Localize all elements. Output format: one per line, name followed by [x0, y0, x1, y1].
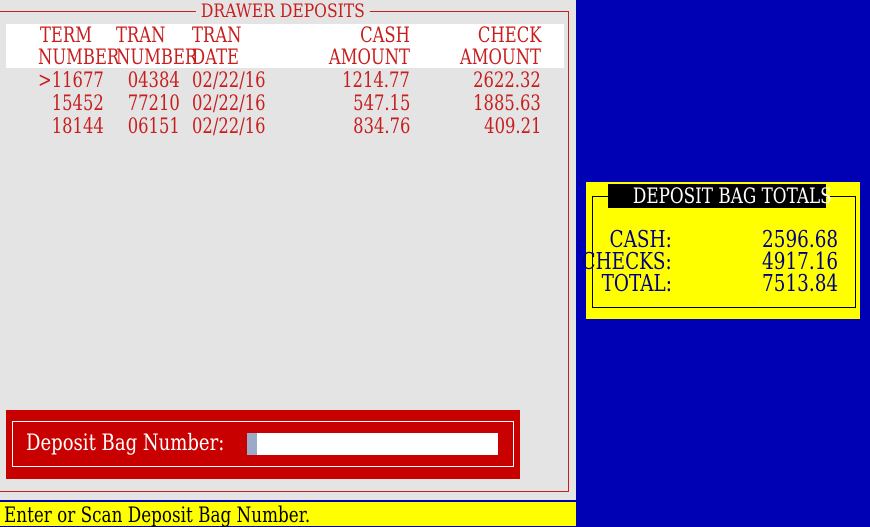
col-cash-header-2: AMOUNT	[328, 45, 410, 69]
row-term-number: 11677	[51, 68, 104, 92]
totals-total-label: TOTAL:	[601, 271, 672, 297]
totals-title: DEPOSIT BAG TOTALS	[608, 184, 832, 208]
status-message: Enter or Scan Deposit Bag Number.	[4, 503, 311, 527]
col-date-header-2: DATE	[192, 45, 239, 69]
totals-checks-label: CHECKS:	[581, 249, 672, 275]
row-tran-number: 77210	[127, 91, 180, 115]
row-check-amount: 1885.63	[473, 91, 541, 115]
totals-total-value: 7513.84	[761, 271, 838, 297]
totals-cash-label: CASH:	[609, 227, 672, 253]
col-cash-header-1: CASH	[360, 23, 410, 47]
row-term-number: 15452	[51, 91, 104, 115]
col-tran-header-1: TRAN	[116, 23, 166, 47]
col-term-header-1: TERM	[40, 23, 92, 47]
row-cash-amount: 834.76	[352, 114, 410, 138]
totals-title-text: DEPOSIT BAG TOTALS	[632, 184, 832, 208]
row-check-amount: 409.21	[483, 114, 541, 138]
row-term-number: 18144	[51, 114, 104, 138]
col-check-header-1: CHECK	[477, 23, 541, 47]
row-cash-amount: 1214.77	[342, 68, 410, 92]
row-tran-date: 02/22/16	[192, 68, 266, 92]
col-term-header-2: NUMBER	[38, 45, 120, 69]
row-check-amount: 2622.32	[473, 68, 541, 92]
deposit-bag-number-input[interactable]	[247, 433, 498, 455]
row-cash-amount: 547.15	[352, 91, 410, 115]
row-tran-date: 02/22/16	[192, 91, 266, 115]
row-tran-number: 04384	[127, 68, 180, 92]
panel-title: DRAWER DEPOSITS	[196, 0, 370, 22]
deposit-bag-number-label: Deposit Bag Number:	[26, 431, 225, 456]
col-check-header-2: AMOUNT	[459, 45, 541, 69]
text-cursor	[247, 433, 257, 455]
row-tran-number: 06151	[127, 114, 180, 138]
row-tran-date: 02/22/16	[192, 114, 266, 138]
totals-cash-value: 2596.68	[761, 227, 838, 253]
status-bar: Enter or Scan Deposit Bag Number.	[0, 502, 576, 527]
col-tran-header-2: NUMBER	[116, 45, 198, 69]
deposit-bag-totals-panel: DEPOSIT BAG TOTALS CASH: 2596.68 CHECKS:…	[582, 182, 860, 319]
row-selection-marker: >	[38, 68, 52, 92]
totals-checks-value: 4917.16	[761, 249, 838, 275]
col-date-header-1: TRAN	[192, 23, 242, 47]
